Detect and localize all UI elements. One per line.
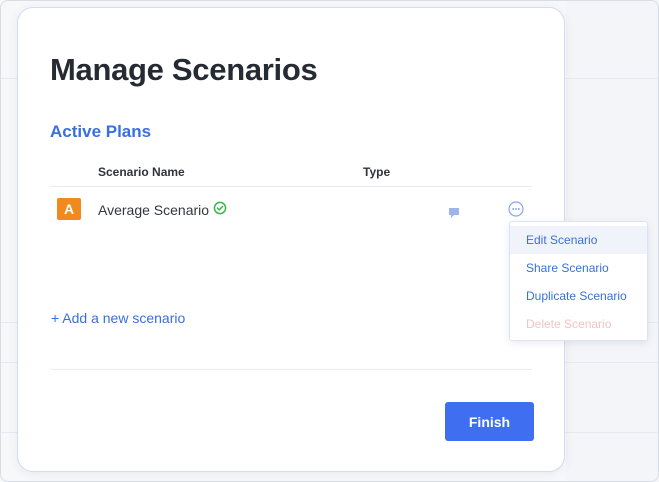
- scenario-avatar: A: [57, 198, 81, 220]
- comment-icon: [449, 208, 459, 218]
- scenario-actions-menu: Edit Scenario Share Scenario Duplicate S…: [509, 221, 648, 341]
- menu-item-duplicate-scenario[interactable]: Duplicate Scenario: [510, 282, 647, 310]
- column-header-scenario-name: Scenario Name: [98, 165, 185, 179]
- section-title-active-plans: Active Plans: [50, 122, 152, 141]
- scenario-name: Average Scenario: [98, 202, 210, 218]
- menu-item-edit-scenario[interactable]: Edit Scenario: [510, 226, 647, 254]
- menu-item-share-scenario[interactable]: Share Scenario: [510, 254, 647, 282]
- table-row: A Average Scenario: [50, 196, 532, 236]
- modal-title: Manage Scenarios: [50, 52, 318, 87]
- table-header: Scenario Name Type: [50, 162, 532, 187]
- column-header-type: Type: [363, 165, 391, 179]
- add-new-scenario-link[interactable]: + Add a new scenario: [51, 310, 185, 326]
- more-options-button[interactable]: [508, 201, 524, 217]
- finish-button[interactable]: Finish: [445, 402, 534, 441]
- footer-divider: [50, 369, 532, 370]
- check-circle-icon: [213, 201, 227, 215]
- menu-item-delete-scenario: Delete Scenario: [526, 317, 612, 331]
- manage-scenarios-modal: Manage Scenarios Active Plans Scenario N…: [17, 7, 565, 472]
